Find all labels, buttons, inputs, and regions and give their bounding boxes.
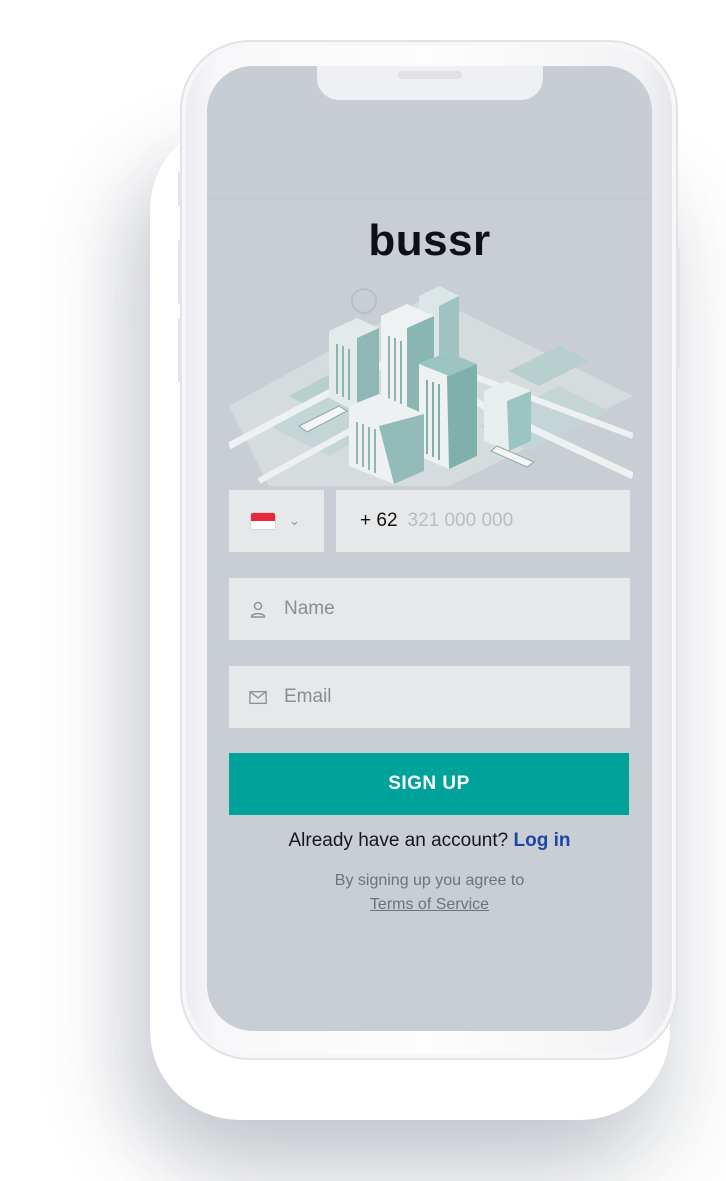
country-selector[interactable]: ⌄ <box>229 490 324 552</box>
chevron-down-icon: ⌄ <box>289 513 300 528</box>
app-logo: bussr <box>368 216 491 265</box>
name-input[interactable]: Name <box>229 578 630 640</box>
city-illustration <box>229 286 633 486</box>
indonesia-flag-icon <box>251 513 275 529</box>
person-icon <box>249 600 267 618</box>
login-prompt-text: Already have an account? <box>288 830 509 851</box>
login-prompt: Already have an account? Log in <box>207 830 652 852</box>
volume-up-button <box>178 240 182 304</box>
notch <box>317 66 543 100</box>
email-input[interactable]: Email <box>229 666 630 728</box>
phone-placeholder: 321 000 000 <box>407 510 514 531</box>
power-button <box>676 248 680 368</box>
phone-screen: bussr ⌄ + 62 321 000 000 Name Email SIGN… <box>207 66 652 1031</box>
email-placeholder: Email <box>284 686 332 707</box>
country-code: + 62 <box>360 510 398 531</box>
envelope-icon <box>249 688 267 706</box>
terms-of-service-link[interactable]: Terms of Service <box>207 896 652 914</box>
name-placeholder: Name <box>284 598 335 619</box>
volume-down-button <box>178 318 182 382</box>
mute-switch <box>178 172 182 206</box>
sign-up-button[interactable]: SIGN UP <box>229 753 629 815</box>
terms-notice: By signing up you agree to <box>334 872 525 889</box>
log-in-link[interactable]: Log in <box>514 830 571 851</box>
speaker-grille <box>398 71 462 79</box>
phone-number-input[interactable]: + 62 321 000 000 <box>336 490 630 552</box>
